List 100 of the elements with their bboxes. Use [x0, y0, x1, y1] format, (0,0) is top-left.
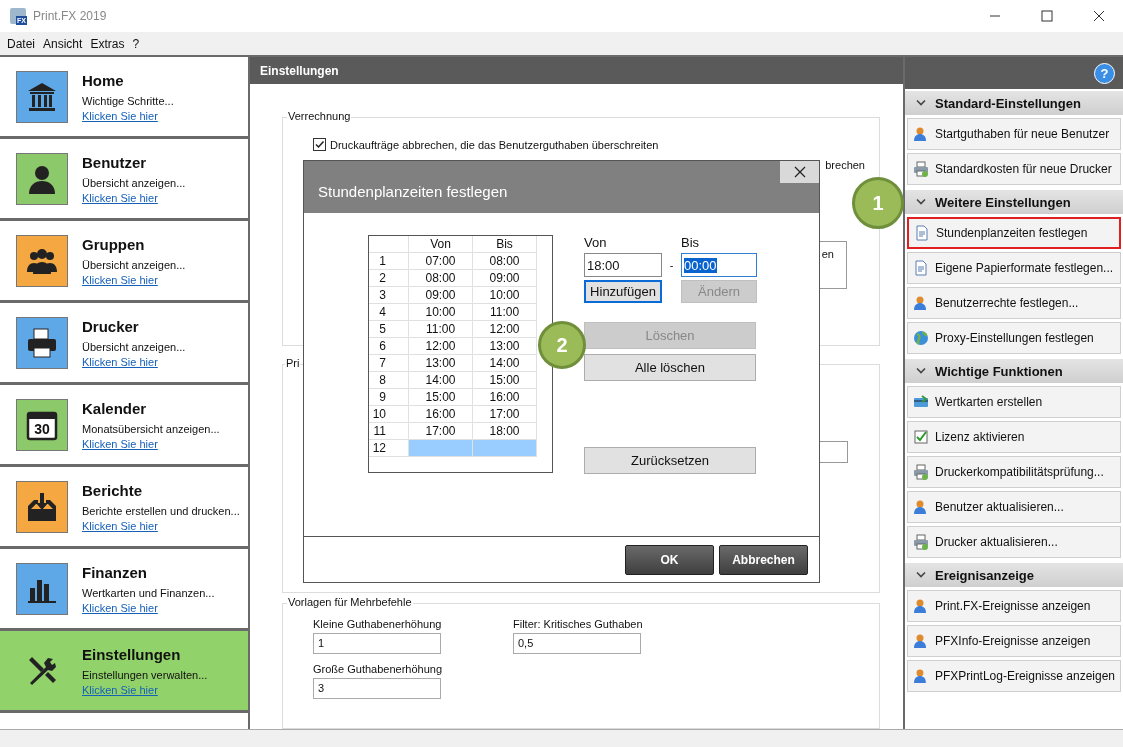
nav-link[interactable]: Klicken Sie hier	[82, 601, 215, 614]
action-button[interactable]: Eigene Papierformate festlegen...	[907, 252, 1121, 284]
nav-link[interactable]: Klicken Sie hier	[82, 273, 186, 286]
nav-link[interactable]: Klicken Sie hier	[82, 683, 208, 696]
table-row[interactable]: 1 07:00 08:00	[369, 253, 537, 270]
collapse-icon[interactable]	[916, 198, 926, 206]
table-cell: 11:00	[473, 304, 537, 321]
table-cell: 10:00	[473, 287, 537, 304]
field-label: Große Guthabenerhöhung	[313, 663, 444, 675]
action-button[interactable]: Wertkarten erstellen	[907, 386, 1121, 418]
nav-link[interactable]: Klicken Sie hier	[82, 519, 240, 532]
checkbox-label: Druckaufträge abbrechen, die das Benutzerguthaben überschreiten	[330, 138, 659, 151]
nav-item[interactable]: Einstellungen Einstellungen verwalten... Klicken Sie hier	[0, 631, 248, 713]
table-cell: 08:00	[473, 253, 537, 270]
input-field[interactable]: 0,5	[513, 633, 641, 654]
nav-link[interactable]: Klicken Sie hier	[82, 355, 186, 368]
nav-link[interactable]: Klicken Sie hier	[82, 109, 174, 122]
row-number: 4	[369, 304, 409, 321]
table-row[interactable]: 3 09:00 10:00	[369, 287, 537, 304]
time-input[interactable]: 00:00	[681, 253, 757, 277]
nav-subtitle: Übersicht anzeigen...	[82, 176, 186, 189]
table-row[interactable]: 9 15:00 16:00	[369, 389, 537, 406]
nav-title: Berichte	[82, 481, 144, 499]
table-cell: 11:00	[409, 321, 473, 338]
document-icon	[913, 260, 929, 276]
card-icon	[913, 394, 929, 410]
nav-subtitle: Übersicht anzeigen...	[82, 340, 186, 353]
table-row[interactable]: 10 16:00 17:00	[369, 406, 537, 423]
person-icon	[913, 633, 929, 649]
checkbox[interactable]	[313, 138, 326, 151]
dialog-button[interactable]: Zurücksetzen	[584, 447, 756, 474]
printer-icon	[913, 161, 929, 177]
table-cell: 16:00	[409, 406, 473, 423]
close-button[interactable]	[780, 161, 819, 183]
action-button[interactable]: Benutzerrechte festlegen...	[907, 287, 1121, 319]
nav-link[interactable]: Klicken Sie hier	[82, 437, 220, 450]
action-button[interactable]: Standardkosten für neue Drucker	[907, 153, 1121, 185]
menu-item[interactable]: ?	[132, 36, 140, 51]
row-number: 3	[369, 287, 409, 304]
collapse-icon[interactable]	[916, 571, 926, 579]
add-button[interactable]: Hinzufügen	[584, 280, 662, 303]
time-input[interactable]: 18:00	[584, 253, 662, 277]
field-label: Bis	[681, 235, 701, 250]
row-number: 5	[369, 321, 409, 338]
action-button[interactable]: Lizenz aktivieren	[907, 421, 1121, 453]
table-row[interactable]: 4 10:00 11:00	[369, 304, 537, 321]
table-cell: 13:00	[409, 355, 473, 372]
table-cell	[409, 440, 473, 457]
action-button[interactable]: PFXPrintLog-Ereignisse anzeigen	[907, 660, 1121, 692]
table-cell: 12:00	[409, 338, 473, 355]
table-row[interactable]: 7 13:00 14:00	[369, 355, 537, 372]
action-button[interactable]: Drucker aktualisieren...	[907, 526, 1121, 558]
close-icon[interactable]	[1093, 10, 1105, 22]
group-legend: Verrechnung	[287, 110, 352, 122]
row-number: 11	[369, 423, 409, 440]
dialog-button[interactable]: Alle löschen	[584, 354, 756, 381]
dialog-button[interactable]: OK	[625, 544, 714, 575]
field-label: Von	[584, 235, 608, 250]
collapse-icon[interactable]	[916, 367, 926, 375]
table-row[interactable]: 12	[369, 440, 537, 457]
table-cell: 07:00	[409, 253, 473, 270]
input-field[interactable]: 1	[313, 633, 441, 654]
row-number: 10	[369, 406, 409, 423]
table-row[interactable]: 5 11:00 12:00	[369, 321, 537, 338]
table-cell: 10:00	[409, 304, 473, 321]
table-row[interactable]: 8 14:00 15:00	[369, 372, 537, 389]
maximize-icon[interactable]	[1041, 10, 1053, 22]
menu-item[interactable]: Extras	[90, 36, 125, 51]
collapse-icon[interactable]	[916, 99, 926, 107]
action-button[interactable]: Stundenplanzeiten festlegen	[907, 217, 1121, 249]
check-icon	[913, 429, 929, 445]
action-button[interactable]: PFXInfo-Ereignisse anzeigen	[907, 625, 1121, 657]
table-cell: 09:00	[473, 270, 537, 287]
table-row[interactable]: 2 08:00 09:00	[369, 270, 537, 287]
row-number: 9	[369, 389, 409, 406]
nav-subtitle: Monatsübersicht anzeigen...	[82, 422, 220, 435]
menu-item[interactable]: Datei	[7, 36, 35, 51]
nav-link[interactable]: Klicken Sie hier	[82, 191, 186, 204]
group-legend: Vorlagen für Mehrbefehle	[287, 596, 413, 608]
action-button[interactable]: Druckerkompatibilitätsprüfung...	[907, 456, 1121, 488]
group-legend: Pri	[285, 357, 301, 369]
action-button[interactable]: Benutzer aktualisieren...	[907, 491, 1121, 523]
action-button[interactable]: Proxy-Einstellungen festlegen	[907, 322, 1121, 354]
header-cell	[369, 236, 409, 253]
table-row[interactable]: 6 12:00 13:00	[369, 338, 537, 355]
table-cell: 12:00	[473, 321, 537, 338]
action-button[interactable]: Startguthaben für neue Benutzer	[907, 118, 1121, 150]
nav-subtitle: Einstellungen verwalten...	[82, 668, 208, 681]
table-cell: 14:00	[409, 372, 473, 389]
dialog-button[interactable]: Abbrechen	[719, 544, 808, 575]
table-cell: 08:00	[409, 270, 473, 287]
nav-subtitle: Übersicht anzeigen...	[82, 258, 186, 271]
menu-item[interactable]: Ansicht	[43, 36, 83, 51]
nav-subtitle: Wichtige Schritte...	[82, 94, 174, 107]
nav-title: Kalender	[82, 399, 148, 417]
section-title: Standard-Einstellungen	[935, 95, 1081, 111]
input-field[interactable]: 3	[313, 678, 441, 699]
table-cell: 15:00	[473, 372, 537, 389]
action-button[interactable]: Print.FX-Ereignisse anzeigen	[907, 590, 1121, 622]
table-cell: 16:00	[473, 389, 537, 406]
